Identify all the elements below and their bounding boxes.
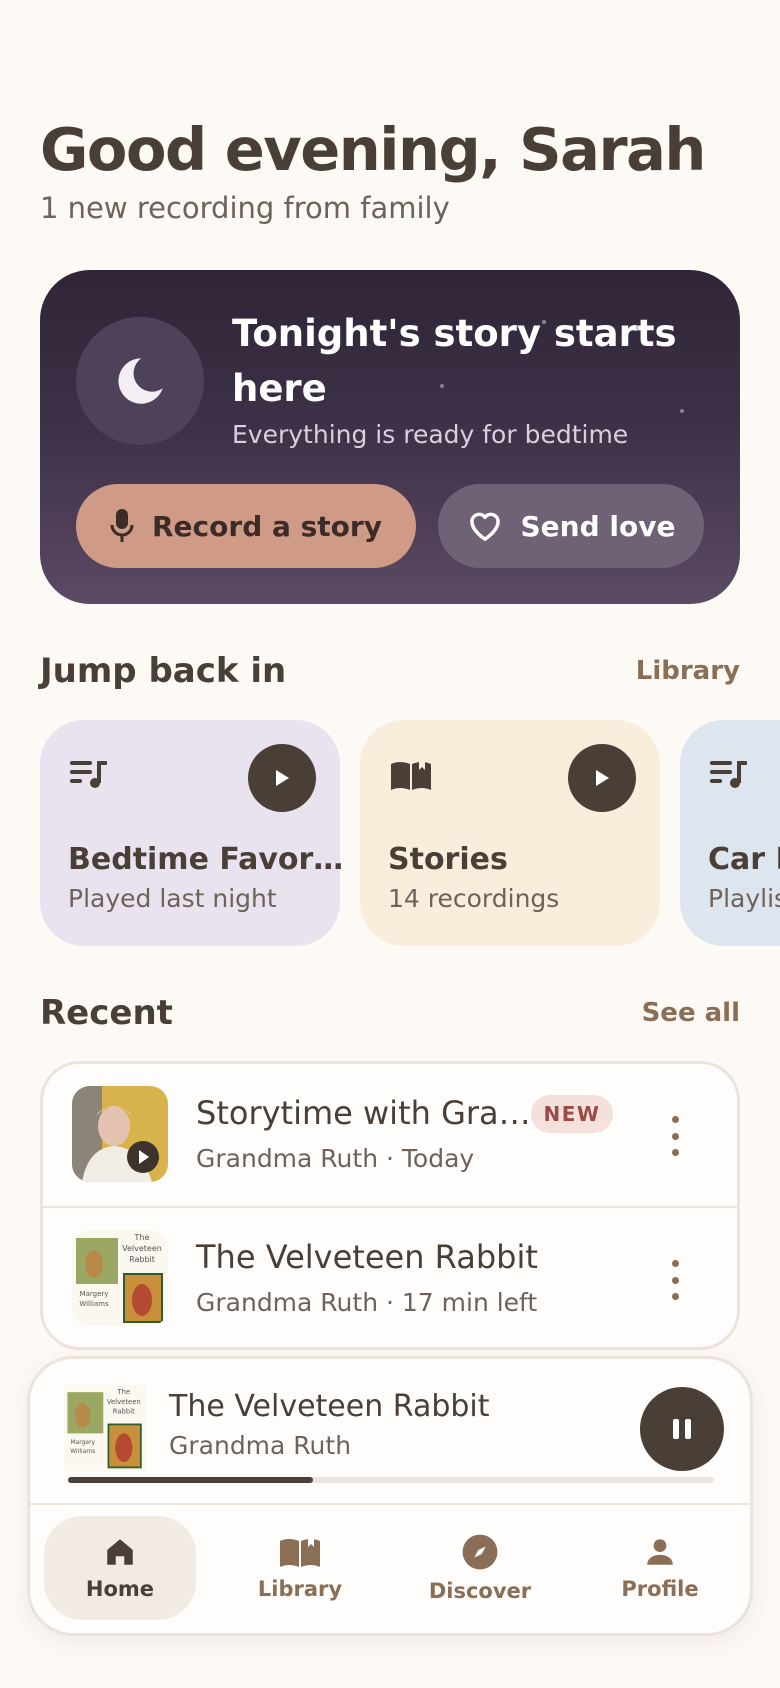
play-button[interactable] — [248, 744, 316, 812]
nav-label: Home — [85, 1577, 155, 1601]
greeting-header: Good evening, Sarah 1 new recording from… — [40, 112, 760, 228]
send-love-label: Send love — [520, 509, 676, 543]
nav-library[interactable]: Library — [224, 1516, 376, 1620]
cover-text: Rabbit — [113, 1408, 135, 1416]
library-link[interactable]: Library — [636, 656, 740, 686]
stories-tile[interactable]: Stories 14 recordings — [360, 720, 660, 946]
tile-subtitle: 14 recordings — [388, 884, 560, 913]
cover-text: The — [134, 1233, 150, 1242]
tile-title: Car R — [708, 842, 780, 877]
record-story-button[interactable]: Record a story — [76, 484, 416, 568]
library-icon — [280, 1535, 320, 1567]
send-love-button[interactable]: Send love — [438, 484, 704, 568]
book-icon — [391, 758, 431, 790]
bottom-player-and-nav: The Velveteen Rabbit Margery Williams Th… — [27, 1356, 753, 1636]
recent-header: Recent See all — [40, 988, 740, 1038]
list-item[interactable]: The Velveteen Rabbit Margery Williams Th… — [43, 1206, 737, 1347]
nav-home[interactable]: Home — [44, 1516, 196, 1620]
book-thumbnail: The Velveteen Rabbit Margery Williams — [72, 1230, 168, 1326]
playlist-tile[interactable]: Car R Playlis — [680, 720, 780, 946]
item-title: The Velveteen Rabbit — [196, 1238, 538, 1276]
person-icon — [647, 1539, 673, 1565]
section-title: Jump back in — [40, 651, 287, 691]
section-title: Recent — [40, 993, 173, 1033]
playlist-icon — [70, 761, 107, 788]
heart-icon — [469, 512, 500, 541]
hero-subtitle: Everything is ready for bedtime — [232, 420, 629, 449]
video-thumbnail — [72, 1086, 168, 1182]
recent-list: Storytime with Gra… NEW Grandma Ruth · T… — [40, 1061, 740, 1350]
now-playing-cover: The Velveteen Rabbit Margery Williams — [64, 1385, 146, 1471]
pause-icon — [673, 1419, 679, 1439]
play-icon — [127, 1141, 159, 1173]
record-story-label: Record a story — [152, 509, 382, 543]
now-playing-title: The Velveteen Rabbit — [169, 1389, 490, 1424]
more-options-icon[interactable] — [663, 1260, 687, 1300]
nav-label: Discover — [428, 1579, 532, 1603]
play-button[interactable] — [568, 744, 636, 812]
playback-progress[interactable] — [68, 1477, 714, 1483]
list-item[interactable]: Storytime with Gra… NEW Grandma Ruth · T… — [43, 1064, 737, 1206]
jump-back-header: Jump back in Library — [40, 646, 740, 696]
tile-title: Stories — [388, 842, 508, 877]
cover-text: Margery — [80, 1290, 109, 1298]
tile-title: Bedtime Favor… — [68, 842, 344, 877]
see-all-link[interactable]: See all — [642, 998, 740, 1028]
hero-title: Tonight's story starts here — [232, 312, 677, 410]
moon-icon — [118, 358, 163, 404]
greeting-subtitle: 1 new recording from family — [40, 191, 450, 225]
bedtime-hero-card: Tonight's story starts here Everything i… — [40, 270, 740, 604]
compass-icon — [462, 1534, 498, 1570]
nav-label: Library — [257, 1577, 343, 1601]
more-options-icon[interactable] — [663, 1116, 687, 1156]
progress-fill — [68, 1477, 314, 1483]
playlist-icon — [710, 761, 747, 788]
tile-subtitle: Played last night — [68, 884, 277, 913]
pause-button[interactable] — [640, 1387, 724, 1471]
nav-label: Profile — [621, 1577, 699, 1601]
nav-profile[interactable]: Profile — [584, 1516, 736, 1620]
home-icon — [107, 1539, 133, 1565]
cover-text: Williams — [70, 1448, 95, 1455]
divider — [30, 1503, 750, 1505]
nav-discover[interactable]: Discover — [404, 1516, 556, 1620]
cover-text: Margery — [71, 1439, 96, 1446]
playlist-tile[interactable]: Bedtime Favor… Played last night — [40, 720, 344, 946]
cover-text: The — [116, 1388, 130, 1396]
cover-text: Rabbit — [129, 1255, 155, 1264]
jump-back-carousel[interactable]: Bedtime Favor… Played last night Stories… — [0, 720, 780, 946]
cover-text: Velveteen — [107, 1398, 141, 1406]
greeting-title: Good evening, Sarah — [40, 115, 706, 184]
now-playing-artist: Grandma Ruth — [169, 1431, 352, 1460]
new-badge: NEW — [531, 1095, 613, 1133]
microphone-icon — [110, 509, 134, 542]
cover-text: Velveteen — [122, 1244, 162, 1253]
item-subtitle: Grandma Ruth · Today — [196, 1144, 475, 1173]
cover-text: Williams — [79, 1300, 109, 1308]
moon-badge — [76, 317, 204, 445]
item-subtitle: Grandma Ruth · 17 min left — [196, 1288, 538, 1317]
play-icon — [596, 770, 609, 786]
item-title: Storytime with Gra… — [196, 1094, 531, 1132]
tile-subtitle: Playlis — [708, 884, 780, 913]
play-icon — [276, 770, 289, 786]
